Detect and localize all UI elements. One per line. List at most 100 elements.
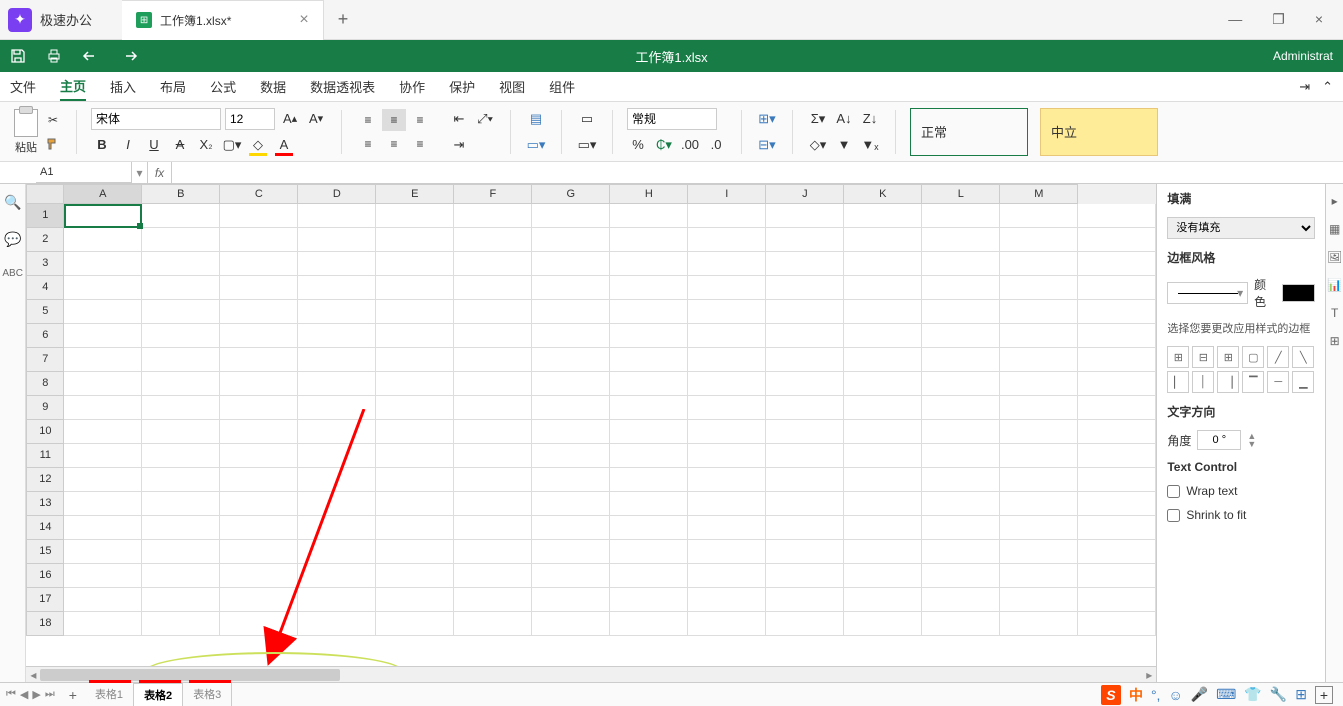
cell[interactable] bbox=[376, 420, 454, 444]
cell[interactable] bbox=[1000, 372, 1078, 396]
cell[interactable] bbox=[1000, 324, 1078, 348]
add-sheet-button[interactable]: + bbox=[61, 687, 85, 703]
align-middle-icon[interactable]: ≡ bbox=[382, 109, 406, 131]
cell[interactable] bbox=[922, 564, 1000, 588]
cell[interactable] bbox=[298, 300, 376, 324]
cell[interactable] bbox=[844, 372, 922, 396]
cell[interactable] bbox=[220, 300, 298, 324]
cell[interactable] bbox=[64, 588, 142, 612]
cell[interactable] bbox=[298, 564, 376, 588]
row-header-11[interactable]: 11 bbox=[26, 444, 64, 468]
border-button[interactable]: ▢▾ bbox=[221, 134, 243, 156]
cell[interactable] bbox=[688, 276, 766, 300]
cell[interactable] bbox=[64, 348, 142, 372]
cell[interactable] bbox=[1078, 228, 1156, 252]
cell[interactable] bbox=[220, 516, 298, 540]
menu-file[interactable]: 文件 bbox=[10, 73, 36, 100]
cell[interactable] bbox=[610, 204, 688, 228]
menu-component[interactable]: 组件 bbox=[549, 73, 575, 100]
cell[interactable] bbox=[454, 492, 532, 516]
ime-grid-icon[interactable]: ⊞ bbox=[1295, 686, 1307, 703]
search-icon[interactable]: 🔍 bbox=[4, 194, 21, 211]
cell[interactable] bbox=[298, 588, 376, 612]
cell[interactable] bbox=[142, 444, 220, 468]
border-vert-icon[interactable]: │ bbox=[1192, 371, 1214, 393]
cell[interactable] bbox=[454, 612, 532, 636]
align-top-icon[interactable]: ≡ bbox=[356, 109, 380, 131]
menu-data[interactable]: 数据 bbox=[260, 73, 286, 100]
cell[interactable] bbox=[298, 252, 376, 276]
cell[interactable] bbox=[1078, 252, 1156, 276]
menu-pivot[interactable]: 数据透视表 bbox=[310, 73, 375, 100]
cell[interactable] bbox=[922, 588, 1000, 612]
ime-keyboard-icon[interactable]: ⌨ bbox=[1216, 686, 1236, 703]
cell[interactable] bbox=[64, 396, 142, 420]
strike-button[interactable]: A bbox=[169, 134, 191, 156]
row-header-17[interactable]: 17 bbox=[26, 588, 64, 612]
border-right-icon[interactable]: ▕ bbox=[1217, 371, 1239, 393]
pivot-panel-icon[interactable]: ⊞ bbox=[1330, 334, 1340, 348]
cell[interactable] bbox=[688, 420, 766, 444]
cell[interactable] bbox=[532, 252, 610, 276]
menu-collab[interactable]: 协作 bbox=[399, 73, 425, 100]
named-range-icon[interactable]: ▭ bbox=[576, 108, 598, 130]
cell[interactable] bbox=[532, 300, 610, 324]
cell[interactable] bbox=[610, 396, 688, 420]
cell[interactable] bbox=[532, 420, 610, 444]
cell[interactable] bbox=[532, 564, 610, 588]
cell[interactable] bbox=[688, 372, 766, 396]
col-header-M[interactable]: M bbox=[1000, 184, 1078, 204]
cell[interactable] bbox=[376, 204, 454, 228]
cell[interactable] bbox=[298, 204, 376, 228]
cell[interactable] bbox=[298, 228, 376, 252]
spellcheck-icon[interactable]: ABC bbox=[2, 268, 23, 279]
sort-desc-icon[interactable]: Z↓ bbox=[859, 108, 881, 130]
cell[interactable] bbox=[766, 252, 844, 276]
ime-punct-icon[interactable]: °, bbox=[1151, 687, 1161, 703]
ime-face-icon[interactable]: ☺ bbox=[1168, 687, 1182, 703]
cell[interactable] bbox=[610, 540, 688, 564]
cell[interactable] bbox=[298, 444, 376, 468]
cell[interactable] bbox=[922, 444, 1000, 468]
cell[interactable] bbox=[220, 612, 298, 636]
cell[interactable] bbox=[142, 516, 220, 540]
cell[interactable] bbox=[922, 492, 1000, 516]
angle-input[interactable] bbox=[1197, 430, 1241, 450]
cell[interactable] bbox=[844, 252, 922, 276]
col-header-J[interactable]: J bbox=[766, 184, 844, 204]
cell[interactable] bbox=[766, 540, 844, 564]
decrease-font-icon[interactable]: A▾ bbox=[305, 108, 327, 130]
cell[interactable] bbox=[454, 204, 532, 228]
ime-skin-icon[interactable]: 👕 bbox=[1244, 686, 1261, 703]
cell[interactable] bbox=[844, 540, 922, 564]
cell[interactable] bbox=[64, 444, 142, 468]
cell[interactable] bbox=[64, 492, 142, 516]
cell[interactable] bbox=[1078, 612, 1156, 636]
border-horiz-icon[interactable]: ─ bbox=[1267, 371, 1289, 393]
row-header-16[interactable]: 16 bbox=[26, 564, 64, 588]
cell[interactable] bbox=[922, 228, 1000, 252]
cell[interactable] bbox=[1078, 372, 1156, 396]
formula-input[interactable] bbox=[172, 162, 1343, 183]
border-style-select[interactable]: ▾ bbox=[1167, 282, 1248, 304]
col-header-D[interactable]: D bbox=[298, 184, 376, 204]
cell[interactable] bbox=[142, 396, 220, 420]
cell[interactable] bbox=[766, 516, 844, 540]
cell[interactable] bbox=[610, 492, 688, 516]
cell[interactable] bbox=[220, 204, 298, 228]
cell[interactable] bbox=[1078, 444, 1156, 468]
cell[interactable] bbox=[1000, 276, 1078, 300]
font-color-button[interactable]: A bbox=[273, 134, 295, 156]
cell[interactable] bbox=[142, 564, 220, 588]
cell[interactable] bbox=[610, 588, 688, 612]
cell[interactable] bbox=[1000, 612, 1078, 636]
cell[interactable] bbox=[766, 444, 844, 468]
bold-button[interactable]: B bbox=[91, 134, 113, 156]
row-header-18[interactable]: 18 bbox=[26, 612, 64, 636]
border-top-icon[interactable]: ▔ bbox=[1242, 371, 1264, 393]
cell[interactable] bbox=[64, 612, 142, 636]
cell[interactable] bbox=[610, 252, 688, 276]
cell[interactable] bbox=[1000, 204, 1078, 228]
scrollbar-thumb[interactable] bbox=[40, 669, 340, 681]
print-icon[interactable] bbox=[46, 48, 62, 64]
